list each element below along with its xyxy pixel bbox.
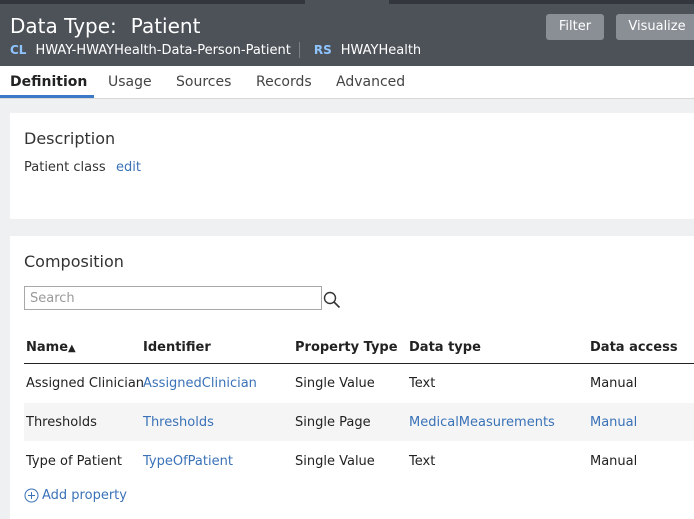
tab-bar: Definition Usage Sources Records Advance… — [0, 66, 694, 99]
column-header-data-type[interactable]: Data type — [409, 340, 481, 355]
filter-button[interactable]: Filter — [546, 14, 604, 40]
table-row[interactable]: Thresholds Thresholds Single Page Medica… — [24, 403, 694, 441]
cell-data-type: Text — [409, 454, 436, 469]
title-name: Patient — [130, 14, 201, 38]
cell-data-type-link[interactable]: MedicalMeasurements — [409, 415, 555, 430]
class-tag: CL — [10, 43, 27, 57]
column-header-property-type[interactable]: Property Type — [295, 340, 398, 355]
search-icon[interactable] — [323, 291, 341, 309]
cell-data-access: Manual — [590, 454, 638, 469]
cell-name: Assigned Clinician — [26, 376, 145, 391]
description-panel: Description Patient class edit — [10, 113, 694, 219]
add-property-label: Add property — [42, 488, 127, 503]
cell-property-type: Single Value — [295, 376, 375, 391]
table-row[interactable]: Type of Patient TypeOfPatient Single Val… — [24, 442, 694, 480]
search-input[interactable] — [24, 286, 322, 310]
cell-identifier-link[interactable]: AssignedClinician — [143, 376, 257, 391]
tab-usage[interactable]: Usage — [108, 74, 152, 90]
cell-identifier-link[interactable]: Thresholds — [143, 415, 214, 430]
tab-definition[interactable]: Definition — [10, 74, 87, 90]
title-prefix: Data Type: — [10, 14, 117, 38]
top-strip — [389, 0, 694, 4]
cell-data-type: Text — [409, 376, 436, 391]
column-header-identifier[interactable]: Identifier — [143, 340, 211, 355]
header-bar: Data Type: Patient CL HWAY-HWAYHealth-Dat… — [0, 0, 694, 66]
cell-property-type: Single Page — [295, 415, 371, 430]
tab-advanced[interactable]: Advanced — [336, 74, 405, 90]
divider — [298, 42, 300, 58]
page-title: Data Type: Patient — [10, 14, 200, 38]
cell-data-access: Manual — [590, 376, 638, 391]
sort-ascending-icon: ▲ — [68, 343, 76, 354]
top-strip — [0, 0, 305, 4]
composition-title: Composition — [24, 252, 124, 271]
cell-identifier-link[interactable]: TypeOfPatient — [143, 454, 233, 469]
cell-property-type: Single Value — [295, 454, 375, 469]
ruleset-name: HWAYHealth — [340, 42, 422, 58]
cell-name: Thresholds — [26, 415, 97, 430]
tab-sources[interactable]: Sources — [176, 74, 231, 90]
column-header-name[interactable]: Name▲ — [26, 340, 76, 355]
column-header-data-access[interactable]: Data access — [590, 340, 678, 355]
composition-panel: Composition Name▲ Identifier Property Ty… — [10, 236, 694, 519]
class-info: CL HWAY-HWAYHealth-Data-Person-Patient R… — [10, 42, 421, 58]
description-title: Description — [24, 129, 116, 148]
edit-description-link[interactable]: edit — [116, 160, 141, 175]
column-name-label: Name — [26, 340, 69, 355]
table-row[interactable]: Assigned Clinician AssignedClinician Sin… — [24, 364, 694, 402]
cell-data-access-link[interactable]: Manual — [590, 415, 637, 430]
add-circle-icon — [24, 488, 39, 503]
visualize-button[interactable]: Visualize — [616, 14, 694, 40]
active-tab-indicator — [0, 95, 94, 98]
cell-name: Type of Patient — [26, 454, 122, 469]
class-name: HWAY-HWAYHealth-Data-Person-Patient — [35, 42, 291, 58]
ruleset-tag: RS — [313, 43, 332, 57]
add-property-link[interactable]: Add property — [24, 488, 127, 503]
description-text: Patient class — [24, 160, 106, 175]
tab-records[interactable]: Records — [256, 74, 312, 90]
